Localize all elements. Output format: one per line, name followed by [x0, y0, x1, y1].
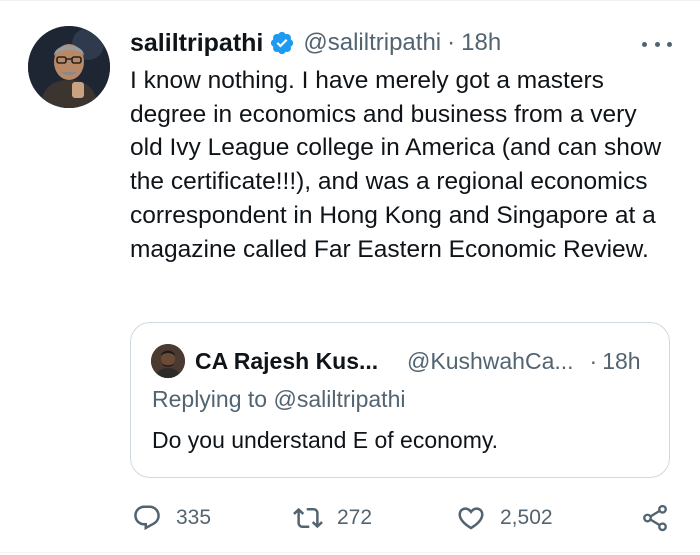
- quoted-author-name: CA Rajesh Kus...: [195, 347, 379, 374]
- quoted-author-avatar: [151, 344, 185, 378]
- more-dot: [642, 41, 647, 47]
- tweet-header: saliltripathi @saliltripathi · 18h: [130, 26, 501, 60]
- share-button[interactable]: [640, 498, 670, 538]
- quoted-tweet-card[interactable]: CA Rajesh Kus... @KushwahCa... · 18h Rep…: [130, 322, 670, 478]
- more-dot: [667, 41, 672, 47]
- verified-badge-icon: [269, 30, 295, 56]
- share-icon: [640, 503, 670, 533]
- tweet-actions-bar: 335 272 2,502: [130, 498, 675, 538]
- bottom-divider: [0, 552, 700, 553]
- top-divider: [0, 0, 700, 1]
- like-count: 2,502: [500, 506, 553, 529]
- reply-icon: [132, 503, 162, 533]
- retweet-icon: [293, 503, 323, 533]
- replying-to-mention[interactable]: @saliltripathi: [273, 386, 405, 412]
- retweet-button[interactable]: 272: [293, 498, 372, 538]
- quoted-tweet-text: Do you understand E of economy.: [152, 427, 499, 453]
- tweet-text: I know nothing. I have merely got a mast…: [130, 67, 662, 263]
- more-options-icon[interactable]: [642, 32, 672, 56]
- like-button[interactable]: 2,502: [456, 498, 553, 538]
- tweet-timestamp[interactable]: 18h: [461, 29, 501, 57]
- quoted-author-handle: @KushwahCa...: [407, 347, 574, 374]
- replying-to-line: Replying to @saliltripathi: [152, 386, 405, 413]
- more-dot: [654, 41, 660, 47]
- heart-icon: [456, 503, 486, 533]
- retweet-count: 272: [337, 506, 373, 529]
- author-name[interactable]: saliltripathi: [130, 29, 263, 58]
- reply-button[interactable]: 335: [132, 498, 211, 538]
- quoted-tweet-timestamp: 18h: [602, 347, 641, 374]
- quoted-tweet-header: CA Rajesh Kus... @KushwahCa... · 18h: [195, 345, 655, 377]
- author-handle[interactable]: @saliltripathi: [303, 29, 441, 57]
- quoted-header-separator: ·: [589, 347, 598, 374]
- reply-count: 335: [176, 506, 212, 529]
- author-avatar[interactable]: [28, 26, 110, 108]
- replying-to-label: Replying to: [152, 386, 268, 412]
- header-separator: ·: [447, 29, 456, 56]
